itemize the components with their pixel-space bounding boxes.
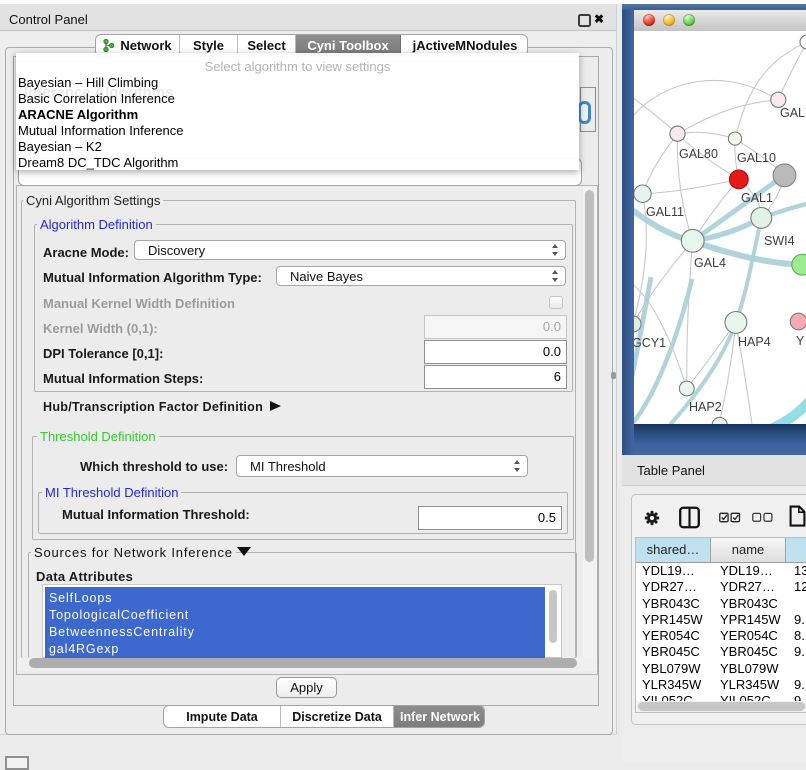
- svg-text:GCY1: GCY1: [634, 336, 666, 350]
- svg-text:GAL7: GAL7: [780, 106, 806, 120]
- svg-text:HAP4: HAP4: [738, 335, 771, 349]
- svg-text:GAL80: GAL80: [679, 147, 718, 161]
- svg-text:GAL11: GAL11: [646, 205, 684, 219]
- svg-text:SWI4: SWI4: [764, 234, 795, 248]
- svg-text:GAL1: GAL1: [741, 191, 773, 205]
- svg-text:GAL10: GAL10: [737, 151, 776, 165]
- svg-text:HAP2: HAP2: [689, 400, 722, 414]
- svg-text:Y: Y: [796, 334, 805, 348]
- svg-text:GAL4: GAL4: [694, 256, 726, 270]
